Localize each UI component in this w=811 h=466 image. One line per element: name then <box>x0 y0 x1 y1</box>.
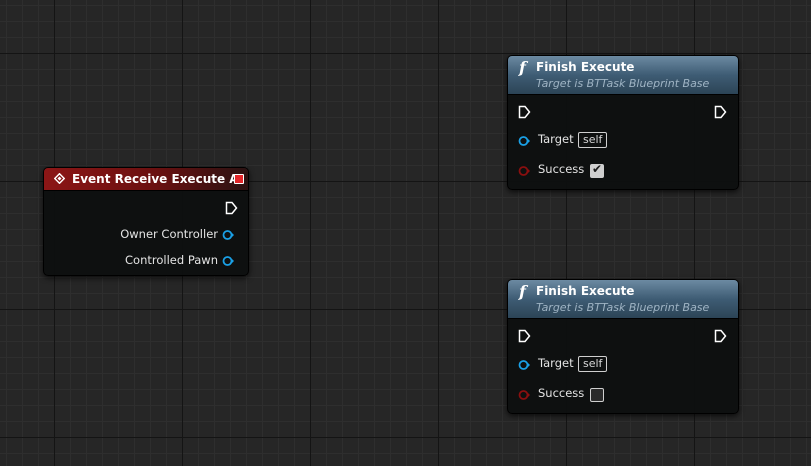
checkmark-icon: ✔ <box>591 162 603 176</box>
exec-input-pin[interactable] <box>518 105 531 119</box>
finish-execute-node[interactable]: f Finish Execute Target is BTTask Bluepr… <box>507 279 739 414</box>
owner-controller-label: Owner Controller <box>120 227 218 241</box>
target-label: Target <box>538 356 574 370</box>
controlled-pawn-label: Controlled Pawn <box>125 253 218 267</box>
target-input-pin[interactable] <box>518 135 530 147</box>
event-receive-execute-ai-node[interactable]: Event Receive Execute AI Owner Controlle… <box>43 167 249 276</box>
exec-output-pin[interactable] <box>714 105 727 119</box>
function-node-title: Finish Execute <box>536 60 635 74</box>
success-checkbox[interactable]: ✔ <box>590 162 604 178</box>
function-node-header[interactable]: f Finish Execute Target is BTTask Bluepr… <box>508 56 738 95</box>
function-f-icon: f <box>519 282 526 301</box>
event-node-header[interactable]: Event Receive Execute AI <box>44 168 248 191</box>
target-input-pin[interactable] <box>518 359 530 371</box>
success-input-pin[interactable] <box>518 165 530 177</box>
event-diamond-icon <box>54 173 65 184</box>
target-label: Target <box>538 132 574 146</box>
exec-input-pin[interactable] <box>518 329 531 343</box>
exec-output-pin[interactable] <box>714 329 727 343</box>
function-node-subtitle: Target is BTTask Blueprint Base <box>536 301 710 314</box>
controlled-pawn-pin[interactable] <box>222 255 234 267</box>
delegate-square-icon[interactable] <box>234 174 244 184</box>
function-node-subtitle: Target is BTTask Blueprint Base <box>536 77 710 90</box>
success-checkbox[interactable] <box>590 388 604 402</box>
function-node-title: Finish Execute <box>536 284 635 298</box>
finish-execute-node[interactable]: f Finish Execute Target is BTTask Bluepr… <box>507 55 739 190</box>
owner-controller-pin[interactable] <box>222 229 234 241</box>
success-label: Success <box>538 386 585 400</box>
function-node-header[interactable]: f Finish Execute Target is BTTask Bluepr… <box>508 280 738 319</box>
success-label: Success <box>538 162 585 176</box>
exec-output-pin[interactable] <box>225 201 238 215</box>
event-node-title: Event Receive Execute AI <box>72 172 244 186</box>
success-input-pin[interactable] <box>518 389 530 401</box>
target-self-value[interactable]: self <box>578 356 608 372</box>
function-f-icon: f <box>519 58 526 77</box>
target-self-value[interactable]: self <box>578 132 608 148</box>
